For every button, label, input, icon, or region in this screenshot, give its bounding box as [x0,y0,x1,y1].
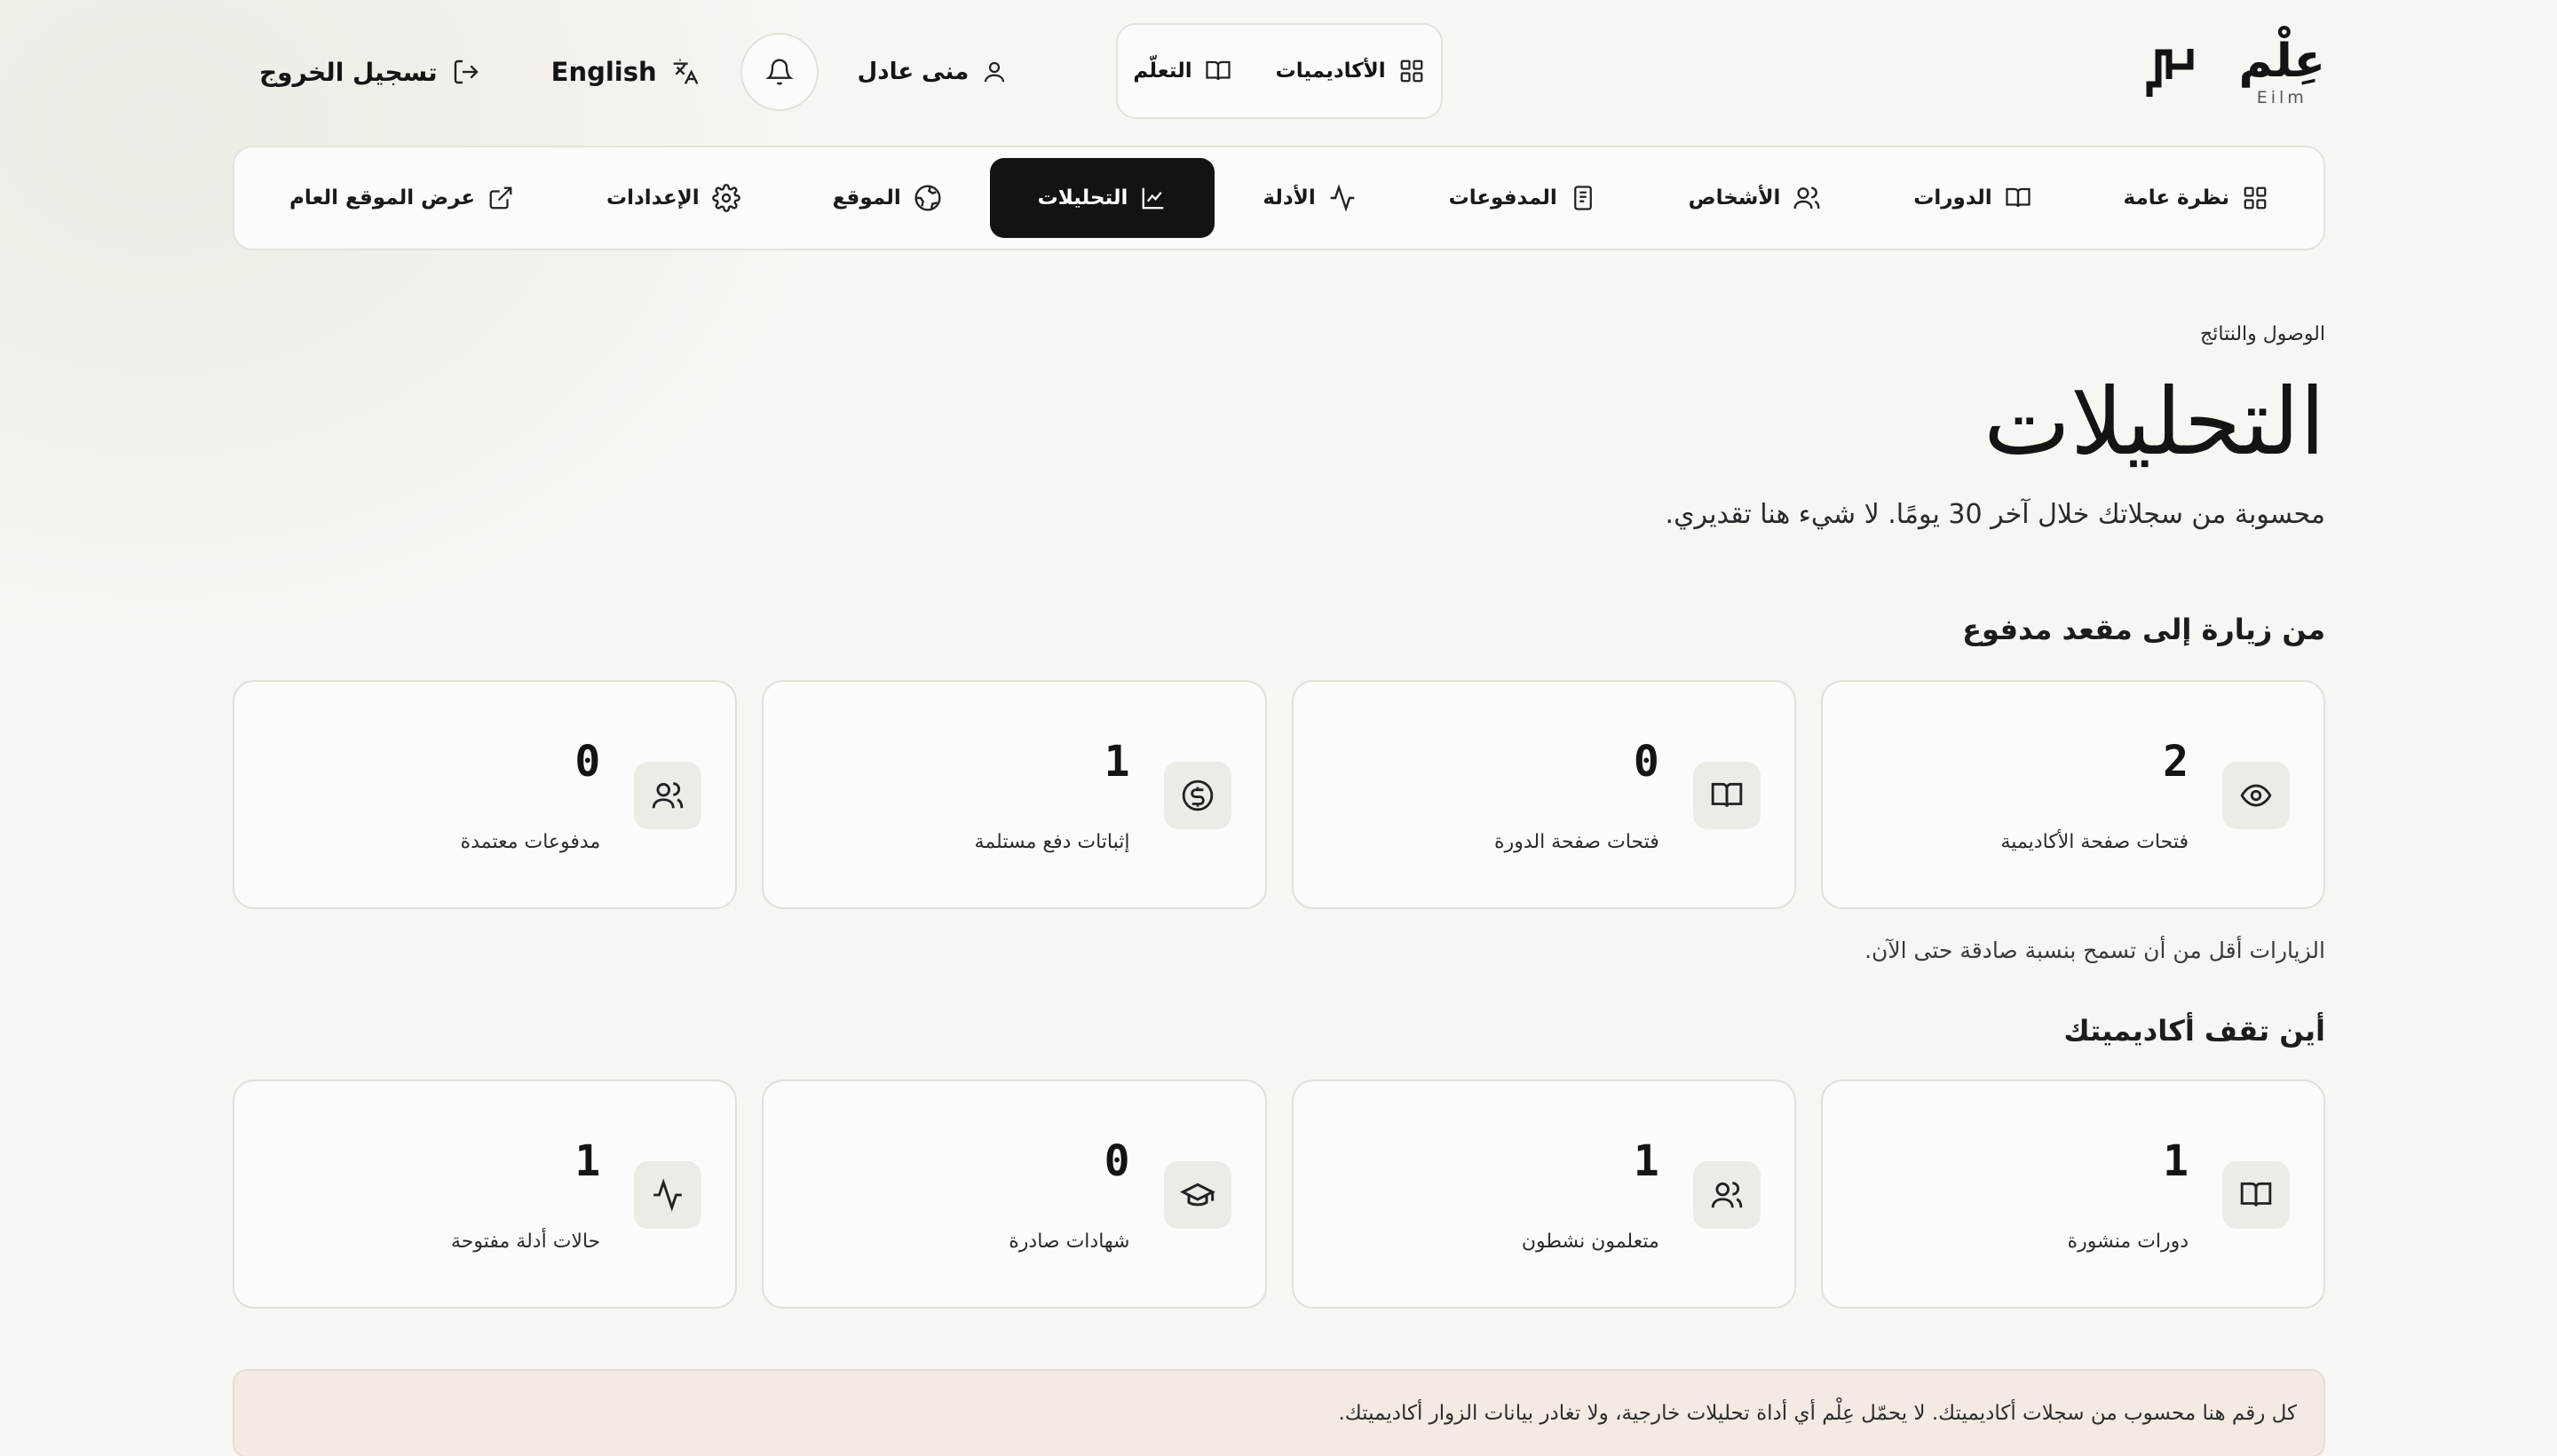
logout-button[interactable]: تسجيل الخروج [259,58,480,87]
stat-label: مدفوعات معتمدة [460,831,601,853]
stat-value: 1 [574,1136,601,1186]
tab-label: نظرة عامة [2123,186,2229,210]
book-open-icon [2240,1182,2272,1207]
tab-label: الإعدادات [606,186,700,210]
tab-people[interactable]: الأشخاص [1644,158,1866,238]
chart-icon [1143,187,1164,210]
tab-analytics[interactable]: التحليلات [989,158,1215,238]
brand-logo[interactable]: عِلْم Eilm [2142,36,2325,107]
breadcrumb: الوصول والنتائج [2200,323,2325,345]
external-link-icon [489,186,512,210]
nav-academies-label: الأكاديميات [1275,59,1386,83]
tab-overview[interactable]: نظرة عامة [2079,158,2313,238]
logout-icon [454,59,479,84]
stat-card-course-views: 0 فتحات صفحة الدورة [1291,680,1796,909]
stat-value: 0 [1104,1136,1130,1186]
translate-icon [673,59,699,84]
stat-value: 0 [574,737,601,787]
activity-icon [653,1178,683,1212]
gear-icon [711,184,740,212]
dollar-circle-icon [1182,779,1213,811]
stat-label: حالات أدلة مفتوحة [450,1230,601,1253]
tab-settings[interactable]: الإعدادات [562,158,785,238]
nav-learning-label: التعلّم [1133,59,1192,83]
activity-icon [1330,184,1355,212]
grid-icon [2244,186,2267,210]
stat-card-certificates: 0 شهادات صادرة [762,1080,1267,1309]
users-icon [1711,1182,1743,1208]
receipt-icon [1573,186,1592,210]
book-open-icon [1711,782,1743,807]
eye-icon [2240,784,2272,807]
stat-label: إثباتات دفع مستلمة [974,831,1130,853]
tab-label: الدورات [1913,186,1992,210]
brand-mark-icon [2146,49,2194,97]
stat-label: دورات منشورة [2067,1230,2189,1253]
funnel-note: الزيارات أقل من أن تسمح بنسبة صادقة حتى … [1864,938,2325,963]
tab-label: الأدلة [1263,186,1316,210]
standing-cards: 1 دورات منشورة 1 متعلمون نشطون 0 شهادات … [233,1080,2325,1309]
logout-label: تسجيل الخروج [259,57,438,87]
stat-card-payment-proofs: 1 إثباتات دفع مستلمة [762,680,1267,909]
tab-site[interactable]: الموقع [788,158,986,238]
center-nav: الأكاديميات التعلّم [1115,23,1443,119]
user-menu[interactable]: منى عادل [858,59,1009,85]
privacy-note: كل رقم هنا محسوب من سجلات أكاديميتك. لا … [233,1369,2325,1456]
tab-label: التحليلات [1037,186,1128,210]
nav-academies[interactable]: الأكاديميات [1276,58,1425,84]
funnel-section-title: من زيارة إلى مقعد مدفوع [1962,613,2325,646]
tab-label: الأشخاص [1688,186,1781,210]
stat-value: 0 [1633,737,1659,787]
stat-value: 1 [1633,1136,1659,1186]
tab-label: عرض الموقع العام [289,186,476,210]
stat-label: فتحات صفحة الأكاديمية [2000,831,2189,853]
user-name: منى عادل [857,59,970,85]
stat-label: متعلمون نشطون [1521,1230,1659,1253]
page-subtitle: محسوبة من سجلاتك خلال آخر 30 يومًا. لا ش… [1665,499,2325,530]
users-icon [652,782,684,809]
privacy-note-text: كل رقم هنا محسوب من سجلات أكاديميتك. لا … [1338,1402,2297,1425]
language-toggle[interactable]: English [551,57,700,87]
stat-card-active-learners: 1 متعلمون نشطون [1291,1080,1796,1309]
tab-label: الموقع [832,186,901,210]
stat-value: 1 [1104,737,1130,787]
funnel-cards: 2 فتحات صفحة الأكاديمية 0 فتحات صفحة الد… [233,680,2325,909]
grid-icon [1400,59,1423,83]
dashboard-tabs: نظرة عامة الدورات الأشخاص المدفوعات الأد… [233,146,2325,250]
stat-value: 2 [2163,737,2189,787]
notifications-button[interactable] [740,33,819,111]
tab-payments[interactable]: المدفوعات [1405,158,1641,238]
users-icon [1793,186,1820,210]
brand-name: عِلْم [2238,35,2325,88]
user-area: منى عادل English تسجيل الخروج [233,33,1008,111]
stat-label: شهادات صادرة [1009,1230,1130,1253]
nav-learning[interactable]: التعلّم [1133,58,1231,84]
stat-card-open-evidence: 1 حالات أدلة مفتوحة [233,1080,738,1309]
standing-section-title: أين تقف أكاديميتك [2063,1014,2325,1048]
view-public-site-link[interactable]: عرض الموقع العام [245,158,558,238]
graduation-cap-icon [1179,1183,1215,1207]
user-icon [985,61,1005,83]
page-title: التحليلات [1983,368,2326,476]
stat-label: فتحات صفحة الدورة [1494,831,1659,853]
stat-card-academy-views: 2 فتحات صفحة الأكاديمية [1820,680,2325,909]
stat-value: 1 [2163,1136,2189,1186]
globe-icon [914,185,941,211]
book-open-icon [1206,60,1231,81]
bell-icon [764,59,794,85]
stat-card-approved-payments: 0 مدفوعات معتمدة [233,680,738,909]
stat-card-published-courses: 1 دورات منشورة [1820,1080,2325,1309]
top-header: عِلْم Eilm الأكاديميات التعلّم منى عادل [233,0,2325,144]
language-label: English [550,57,657,87]
book-open-icon [2006,187,2031,208]
brand-latin: Eilm [2256,88,2308,107]
tab-label: المدفوعات [1448,186,1557,210]
tab-courses[interactable]: الدورات [1869,158,2075,238]
tab-evidence[interactable]: الأدلة [1218,158,1400,238]
